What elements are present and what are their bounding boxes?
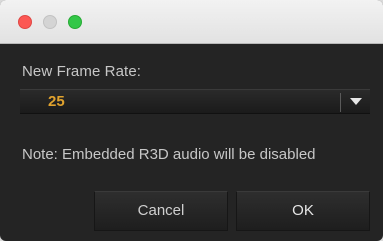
dialog-window: New Frame Rate: 25 Note: Embedded R3D au…	[0, 0, 383, 241]
ok-button[interactable]: OK	[236, 191, 370, 231]
minimize-window-button[interactable]	[43, 15, 57, 29]
frame-rate-value: 25	[48, 93, 65, 110]
close-window-button[interactable]	[18, 15, 32, 29]
cancel-button[interactable]: Cancel	[94, 191, 228, 231]
chevron-down-icon[interactable]	[350, 98, 362, 105]
maximize-window-button[interactable]	[68, 15, 82, 29]
select-divider	[340, 93, 341, 112]
audio-note: Note: Embedded R3D audio will be disable…	[22, 146, 316, 163]
title-bar	[0, 0, 383, 44]
frame-rate-label: New Frame Rate:	[22, 63, 142, 80]
frame-rate-select[interactable]: 25	[20, 89, 370, 114]
